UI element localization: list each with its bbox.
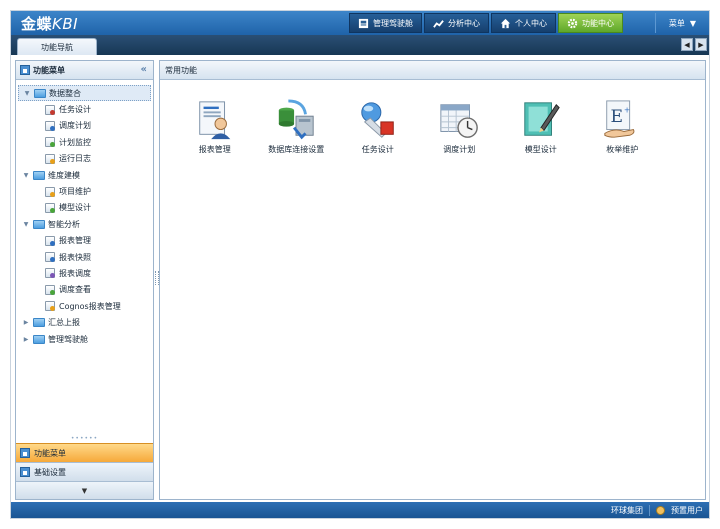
cognos-icon: [45, 301, 55, 312]
sidebar-header: 功能菜单 «: [16, 61, 153, 80]
dashboard-icon: [358, 18, 369, 28]
tab-strip: 功能导航 ◀ ▶: [11, 35, 709, 55]
report-icon: [45, 235, 55, 246]
folder-icon: [34, 88, 46, 98]
folder-icon: [33, 318, 45, 328]
home-icon: [20, 65, 30, 75]
collapse-left-icon[interactable]: «: [141, 64, 147, 75]
expand-toggle-icon[interactable]: ▼: [22, 172, 30, 179]
tree-leaf-run-log[interactable]: 运行日志: [16, 151, 153, 167]
calendar-icon: [45, 120, 55, 131]
tab-scroll-controls: ◀ ▶: [681, 38, 707, 51]
trend-icon: [433, 19, 444, 28]
top-bar: 金蝶KBI 管理驾驶舱 分析中心 个人中心 功能中心 菜单 ▼: [11, 11, 709, 35]
app-window: 金蝶KBI 管理驾驶舱 分析中心 个人中心 功能中心 菜单 ▼ 功能导航 ◀ ▶…: [10, 10, 710, 519]
main-panel: 常用功能 报表管理 数据库连接设置 任务设计 调度计划 模型设计 E + 枚举维…: [159, 60, 706, 500]
database-connection-icon: [279, 99, 314, 140]
svg-text:+: +: [624, 105, 630, 114]
main-header: 常用功能: [160, 61, 705, 80]
tree-leaf-project-maintenance[interactable]: 项目维护: [16, 183, 153, 199]
nav-personal[interactable]: 个人中心: [491, 13, 556, 33]
user-icon: [656, 506, 665, 515]
expand-toggle-icon[interactable]: ▼: [23, 90, 31, 97]
function-database-connection[interactable]: 数据库连接设置: [256, 99, 338, 155]
tree-node-intelligent-analysis[interactable]: ▼ 智能分析: [16, 216, 153, 232]
folder-icon: [33, 334, 45, 344]
scroll-right-icon[interactable]: ▶: [695, 38, 707, 51]
function-model-design[interactable]: 模型设计: [500, 99, 582, 155]
tree-leaf-task-design[interactable]: 任务设计: [16, 101, 153, 117]
schedule-icon: [45, 268, 55, 279]
status-bar-info: 环球集团 预置用户: [611, 505, 703, 516]
folder-icon: [33, 170, 45, 180]
tree-leaf-plan-monitor[interactable]: 计划监控: [16, 134, 153, 150]
scroll-left-icon[interactable]: ◀: [681, 38, 693, 51]
status-bar: 环球集团 预置用户: [11, 502, 709, 518]
schedule-clock-icon: [440, 104, 479, 138]
current-user[interactable]: 预置用户: [671, 505, 703, 516]
task-icon: [45, 104, 55, 115]
function-enum-maintenance[interactable]: E + 枚举维护: [582, 99, 664, 155]
home-icon: [500, 18, 511, 28]
chevron-down-icon: ▼: [689, 18, 697, 28]
tree-leaf-report-management[interactable]: 报表管理: [16, 233, 153, 249]
app-logo: 金蝶KBI: [21, 15, 79, 33]
function-report-management[interactable]: 报表管理: [174, 99, 256, 155]
svg-text:E: E: [611, 107, 624, 127]
accordion-basic-settings[interactable]: 基础设置: [16, 462, 153, 481]
nav-analysis[interactable]: 分析中心: [424, 13, 489, 33]
tree-leaf-report-snapshot[interactable]: 报表快照: [16, 249, 153, 265]
expand-toggle-icon[interactable]: ▶: [22, 319, 30, 326]
tree-leaf-schedule-view[interactable]: 调度查看: [16, 282, 153, 298]
tree-node-management-cockpit[interactable]: ▶ 管理驾驶舱: [16, 331, 153, 347]
function-schedule-plan[interactable]: 调度计划: [419, 99, 501, 155]
tree-leaf-report-schedule[interactable]: 报表调度: [16, 265, 153, 281]
snapshot-icon: [45, 252, 55, 263]
tree-node-summary-report[interactable]: ▶ 汇总上报: [16, 314, 153, 330]
top-nav: 管理驾驶舱 分析中心 个人中心 功能中心: [349, 13, 625, 33]
org-name: 环球集团: [611, 506, 643, 515]
sidebar: 功能菜单 « ▼ 数据整合 任务设计 调度计划 计划监控 运行日志 ▼ 维度建模…: [15, 60, 154, 500]
divider: [649, 505, 650, 516]
model-pen-icon: [45, 202, 55, 213]
quick-functions: 报表管理 数据库连接设置 任务设计 调度计划 模型设计 E + 枚举维护: [174, 99, 663, 155]
chevron-down-icon: ▼: [81, 486, 88, 495]
accordion-function-menu[interactable]: 功能菜单: [16, 443, 153, 462]
view-icon: [45, 284, 55, 295]
log-icon: [45, 153, 55, 164]
model-pen-icon: [524, 102, 560, 136]
gear-icon: [567, 18, 578, 28]
expand-toggle-icon[interactable]: ▼: [22, 221, 30, 228]
nav-functions[interactable]: 功能中心: [558, 13, 623, 33]
tree-node-dimension-modeling[interactable]: ▼ 维度建模: [16, 167, 153, 183]
tree-node-data-integration[interactable]: ▼ 数据整合: [18, 85, 151, 102]
task-design-icon: [361, 102, 394, 138]
project-icon: [45, 186, 55, 197]
sidebar-accordion: •••••• 功能菜单 基础设置 ▼: [16, 436, 153, 499]
accordion-more-button[interactable]: ▼: [16, 481, 153, 499]
tab-function-navigation[interactable]: 功能导航: [17, 38, 97, 55]
expand-toggle-icon[interactable]: ▶: [22, 336, 30, 343]
nav-dashboard[interactable]: 管理驾驶舱: [349, 13, 422, 33]
page-title: 常用功能: [165, 65, 197, 75]
home-icon: [20, 448, 30, 458]
tree-leaf-schedule-plan[interactable]: 调度计划: [16, 118, 153, 134]
monitor-icon: [45, 137, 55, 148]
function-tree: ▼ 数据整合 任务设计 调度计划 计划监控 运行日志 ▼ 维度建模 项目维护 模…: [16, 80, 153, 347]
enum-hand-icon: E +: [604, 100, 635, 138]
menu-dropdown[interactable]: 菜单 ▼: [655, 13, 709, 33]
report-user-icon: [199, 101, 231, 140]
tree-leaf-cognos-report-management[interactable]: Cognos报表管理: [16, 298, 153, 314]
tree-leaf-model-design[interactable]: 模型设计: [16, 200, 153, 216]
home-icon: [20, 467, 30, 477]
folder-icon: [33, 219, 45, 229]
function-task-design[interactable]: 任务设计: [337, 99, 419, 155]
